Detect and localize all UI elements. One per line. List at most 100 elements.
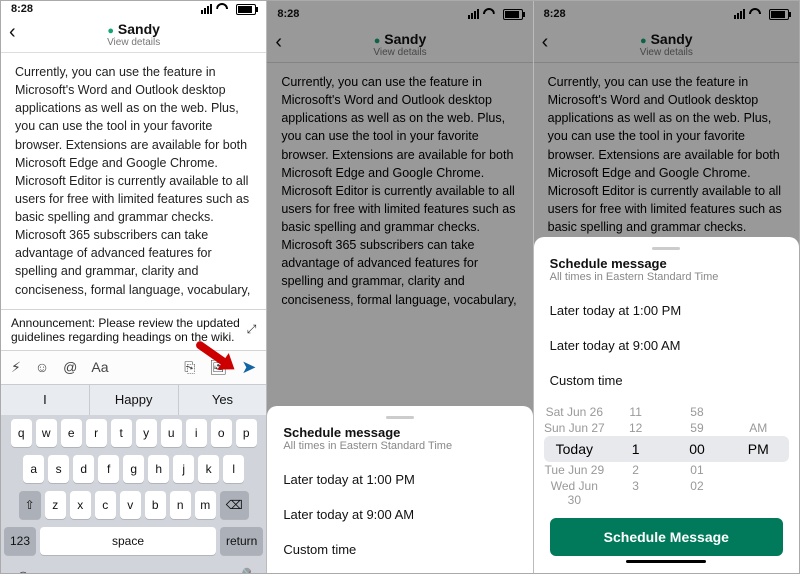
- chat-header: ‹ ● Sandy View details: [267, 27, 532, 63]
- key-o[interactable]: o: [211, 419, 232, 447]
- schedule-sheet: Schedule message All times in Eastern St…: [267, 406, 532, 573]
- key-h[interactable]: h: [148, 455, 169, 483]
- shift-key[interactable]: ⇧: [19, 491, 41, 519]
- back-icon[interactable]: ‹: [542, 31, 549, 54]
- status-bar: 8:28: [1, 1, 266, 17]
- mic-icon[interactable]: 🎤: [232, 567, 252, 573]
- mention-icon[interactable]: @: [63, 359, 77, 375]
- key-m[interactable]: m: [195, 491, 216, 519]
- view-details-link[interactable]: View details: [640, 47, 693, 58]
- signal-icon: [201, 4, 212, 14]
- chat-title: ● Sandy: [374, 31, 427, 47]
- key-i[interactable]: i: [186, 419, 207, 447]
- schedule-title: Schedule message: [550, 256, 783, 271]
- wifi-icon: [749, 8, 761, 20]
- schedule-option-1[interactable]: Later today at 1:00 PM: [283, 462, 516, 497]
- picker-row: Sun Jun 271259AM: [544, 420, 789, 436]
- keyboard-suggestions: I Happy Yes: [1, 384, 266, 415]
- key-s[interactable]: s: [48, 455, 69, 483]
- status-time: 8:28: [544, 8, 566, 20]
- presence-dot-icon: ●: [640, 35, 647, 47]
- expand-icon[interactable]: ⤢: [247, 322, 257, 337]
- picker-row-selected: Today100PM: [544, 436, 789, 462]
- key-n[interactable]: n: [170, 491, 191, 519]
- sheet-grip[interactable]: [386, 416, 414, 419]
- key-t[interactable]: t: [111, 419, 132, 447]
- schedule-custom-time[interactable]: Custom time: [283, 532, 516, 567]
- suggestion-1[interactable]: I: [1, 385, 90, 415]
- back-icon[interactable]: ‹: [275, 31, 282, 54]
- key-w[interactable]: w: [36, 419, 57, 447]
- keyboard-bottom: ☺ 🎤: [1, 559, 266, 573]
- key-f[interactable]: f: [98, 455, 119, 483]
- key-p[interactable]: p: [236, 419, 257, 447]
- message-content: Currently, you can use the feature in Mi…: [267, 63, 532, 319]
- compose-text: Announcement: Please review the updated …: [11, 316, 241, 344]
- datetime-picker[interactable]: Sat Jun 261158 Sun Jun 271259AM Today100…: [544, 404, 789, 508]
- emoji-icon[interactable]: ☺: [35, 359, 49, 375]
- send-button[interactable]: ➤: [241, 357, 256, 378]
- schedule-timezone: All times in Eastern Standard Time: [283, 440, 516, 452]
- battery-icon: [236, 4, 256, 15]
- battery-icon: [503, 9, 523, 20]
- suggestion-2[interactable]: Happy: [90, 385, 179, 415]
- lightning-icon[interactable]: ⚡︎: [11, 359, 21, 376]
- numbers-key[interactable]: 123: [4, 527, 36, 555]
- chat-header: ‹ ● Sandy View details: [534, 27, 799, 63]
- key-r[interactable]: r: [86, 419, 107, 447]
- status-time: 8:28: [277, 8, 299, 20]
- schedule-option-1[interactable]: Later today at 1:00 PM: [550, 293, 783, 328]
- keyboard: q w e r t y u i o p a s d f g h j k l ⇧ …: [1, 415, 266, 573]
- battery-icon: [769, 9, 789, 20]
- status-bar: 8:28: [534, 1, 799, 27]
- message-content: Currently, you can use the feature in Mi…: [1, 53, 266, 309]
- key-q[interactable]: q: [11, 419, 32, 447]
- picker-row: Tue Jun 29201: [544, 462, 789, 478]
- sheet-grip[interactable]: [652, 247, 680, 250]
- key-j[interactable]: j: [173, 455, 194, 483]
- schedule-custom-time[interactable]: Custom time: [550, 363, 783, 398]
- signal-icon: [734, 9, 745, 19]
- view-details-link[interactable]: View details: [373, 47, 426, 58]
- chat-title: ● Sandy: [107, 21, 160, 37]
- emoji-keyboard-icon[interactable]: ☺: [15, 568, 31, 573]
- chat-header: ‹ ● Sandy View details: [1, 17, 266, 53]
- status-time: 8:28: [11, 3, 33, 15]
- signal-icon: [468, 9, 479, 19]
- key-e[interactable]: e: [61, 419, 82, 447]
- return-key[interactable]: return: [220, 527, 263, 555]
- schedule-option-2[interactable]: Later today at 9:00 AM: [550, 328, 783, 363]
- key-d[interactable]: d: [73, 455, 94, 483]
- schedule-message-button[interactable]: Schedule Message: [550, 518, 783, 556]
- key-v[interactable]: v: [120, 491, 141, 519]
- status-bar: 8:28: [267, 1, 532, 27]
- key-c[interactable]: c: [95, 491, 116, 519]
- presence-dot-icon: ●: [374, 35, 381, 47]
- key-g[interactable]: g: [123, 455, 144, 483]
- compose-field[interactable]: Announcement: Please review the updated …: [1, 309, 266, 350]
- key-x[interactable]: x: [70, 491, 91, 519]
- format-icon[interactable]: Aa: [91, 359, 108, 375]
- schedule-title: Schedule message: [283, 425, 516, 440]
- space-key[interactable]: space: [40, 527, 216, 555]
- key-u[interactable]: u: [161, 419, 182, 447]
- key-a[interactable]: a: [23, 455, 44, 483]
- chat-title: ● Sandy: [640, 31, 693, 47]
- schedule-timezone: All times in Eastern Standard Time: [550, 271, 783, 283]
- suggestion-3[interactable]: Yes: [179, 385, 267, 415]
- key-k[interactable]: k: [198, 455, 219, 483]
- wifi-icon: [483, 8, 495, 20]
- view-details-link[interactable]: View details: [107, 37, 160, 48]
- key-z[interactable]: z: [45, 491, 66, 519]
- picker-row: Wed Jun 30302: [544, 478, 789, 508]
- delete-key[interactable]: ⌫: [220, 491, 249, 519]
- key-l[interactable]: l: [223, 455, 244, 483]
- home-indicator[interactable]: [626, 560, 706, 563]
- key-b[interactable]: b: [145, 491, 166, 519]
- attach-file-icon[interactable]: ⎘: [184, 359, 195, 376]
- schedule-option-2[interactable]: Later today at 9:00 AM: [283, 497, 516, 532]
- picker-row: Sat Jun 261158: [544, 404, 789, 420]
- back-icon[interactable]: ‹: [9, 21, 16, 44]
- presence-dot-icon: ●: [107, 25, 114, 37]
- key-y[interactable]: y: [136, 419, 157, 447]
